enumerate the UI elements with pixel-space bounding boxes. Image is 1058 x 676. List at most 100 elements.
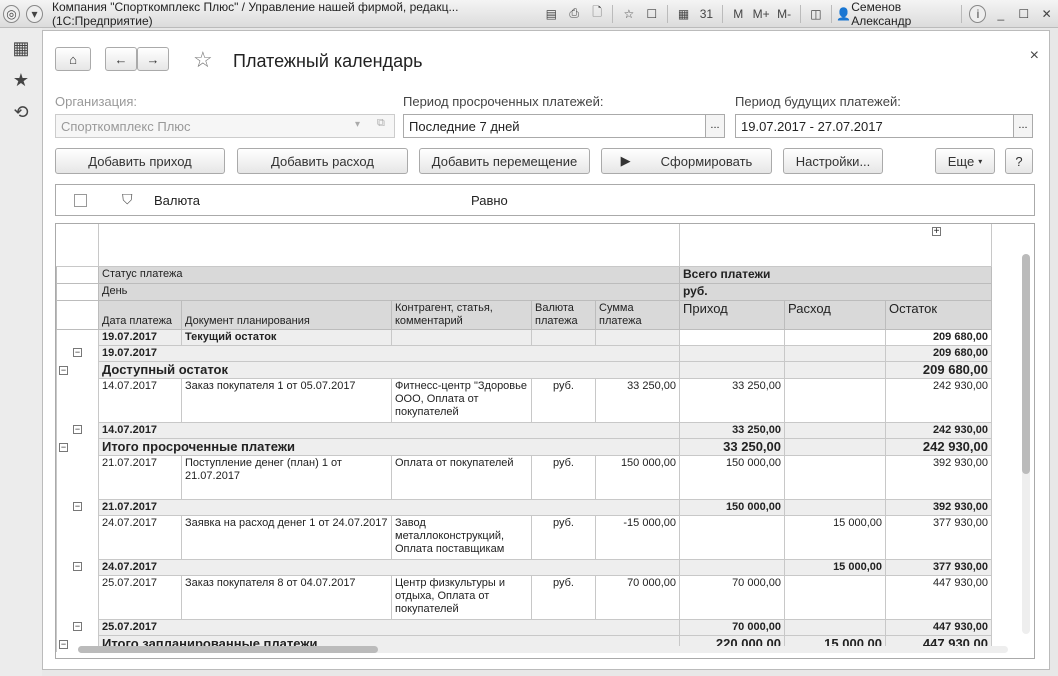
calculator-icon[interactable]: ▦ (675, 5, 692, 23)
cell: 447 930,00 (885, 574, 992, 620)
cell: Фитнесс-центр "Здоровье ООО, Оплата от п… (391, 377, 532, 423)
vertical-scrollbar[interactable] (1022, 254, 1030, 634)
cell: Центр физкультуры и отдыха, Оплата от по… (391, 574, 532, 620)
favorites-star-icon[interactable]: ★ (0, 70, 42, 92)
preview-icon[interactable]: 🗋 (589, 5, 606, 23)
expand-columns-icon[interactable]: + (932, 227, 941, 237)
filter-condition[interactable]: Равно (471, 193, 508, 208)
open-icon[interactable]: ⧉ (377, 117, 385, 130)
cell: Оплата от покупателей (391, 454, 532, 500)
panels-icon[interactable]: ◫ (807, 5, 824, 23)
home-button[interactable]: ⌂ (55, 47, 91, 71)
back-button[interactable]: ← (105, 47, 137, 71)
horizontal-scroll-thumb[interactable] (78, 646, 378, 653)
horizontal-scrollbar[interactable] (78, 646, 1008, 653)
maximize-icon[interactable]: ☐ (1015, 5, 1032, 23)
add-transfer-button[interactable]: Добавить перемещение (419, 148, 590, 174)
cell (679, 514, 785, 560)
generate-button[interactable]: ▶ Сформировать (601, 148, 772, 174)
cell (56, 265, 99, 284)
settings-button[interactable]: Настройки... (783, 148, 883, 174)
dropdown-icon[interactable]: ▾ (355, 119, 360, 130)
cell (679, 558, 785, 576)
collapse-icon[interactable]: − (73, 562, 82, 571)
tree-cell: − (56, 345, 99, 361)
cell (784, 360, 886, 379)
future-select-button[interactable]: ... (1013, 114, 1033, 138)
collapse-icon[interactable]: − (59, 640, 68, 649)
tree-cell (56, 575, 99, 619)
cell (679, 328, 785, 346)
filter-icon: ⛉ (122, 191, 133, 207)
table-row: 14.07.2017 Заказ покупателя 1 от 05.07.20… (56, 377, 992, 423)
report-spreadsheet[interactable]: Статус платежа Всего платежи День руб. Дата … (55, 223, 1035, 659)
filter-checkbox[interactable] (74, 194, 87, 207)
cell: 70 000,00 (679, 574, 785, 620)
tree-cell: − (56, 422, 99, 438)
cell: Поступление денег (план) 1 от 21.07.2017 (181, 454, 392, 500)
close-form-icon[interactable]: × (1030, 47, 1039, 65)
tree-cell: − (56, 559, 99, 575)
close-window-icon[interactable]: ✕ (1038, 5, 1055, 23)
cell (531, 328, 596, 346)
header-all: Всего платежи (679, 265, 992, 284)
sections-grid-icon[interactable]: ▦ (0, 38, 42, 60)
forward-button[interactable]: → (137, 47, 169, 71)
collapse-icon[interactable]: − (73, 502, 82, 511)
save-icon[interactable]: ▤ (543, 5, 560, 23)
history-icon[interactable]: ⟲ (0, 102, 42, 124)
memory-minus-button[interactable]: M- (776, 5, 793, 23)
day-total-row: − 19.07.2017 209 680,00 (56, 344, 992, 362)
print-icon[interactable]: ⎙ (566, 5, 583, 23)
form-panel: ⌂ ← → ☆ Платежный календарь × Организаци… (42, 30, 1050, 670)
org-field[interactable]: Спорткомплекс Плюс (55, 114, 395, 138)
user-name[interactable]: Семенов Александр (851, 0, 957, 28)
help-button[interactable]: ? (1005, 148, 1033, 174)
favorite-star-icon[interactable]: ☆ (193, 47, 213, 73)
bookmark-icon[interactable]: ☐ (643, 5, 660, 23)
info-icon[interactable]: i (969, 4, 987, 23)
cell: 392 930,00 (885, 498, 992, 516)
collapse-icon[interactable]: − (73, 425, 82, 434)
add-expense-button[interactable]: Добавить расход (237, 148, 408, 174)
cell: 24.07.2017 (98, 514, 182, 560)
status-total-row: − Итого просроченные платежи 33 250,00 242 … (56, 437, 992, 456)
cell (679, 344, 785, 362)
more-button[interactable]: Еще ▾ (935, 148, 995, 174)
future-period-field[interactable]: 19.07.2017 - 27.07.2017 (735, 114, 1015, 138)
main-menu-icon[interactable]: ▾ (26, 4, 43, 23)
collapse-icon[interactable]: − (73, 348, 82, 357)
tree-cell (56, 455, 99, 499)
cell: 150 000,00 (595, 454, 680, 500)
calendar-icon[interactable]: 31 (698, 5, 715, 23)
add-income-button[interactable]: Добавить приход (55, 148, 225, 174)
cell: Заказ покупателя 1 от 05.07.2017 (181, 377, 392, 423)
window-title: Компания "Спорткомплекс Плюс" / Управлен… (52, 0, 459, 28)
cell: Заказ покупателя 8 от 04.07.2017 (181, 574, 392, 620)
overdue-period-field[interactable]: Последние 7 дней (403, 114, 707, 138)
header-cur: Валюта платежа (531, 299, 596, 330)
memory-button[interactable]: M (730, 5, 747, 23)
cell: 33 250,00 (679, 421, 785, 439)
vertical-scroll-thumb[interactable] (1022, 254, 1030, 474)
collapse-icon[interactable]: − (59, 366, 68, 375)
cell: руб. (531, 574, 596, 620)
tree-cell: − (56, 361, 99, 378)
overdue-select-button[interactable]: ... (705, 114, 725, 138)
app-logo-icon[interactable]: ◎ (3, 4, 20, 23)
collapse-icon[interactable]: − (73, 622, 82, 631)
cell: 209 680,00 (885, 360, 992, 379)
minimize-icon[interactable]: _ (992, 5, 1009, 23)
cell (56, 282, 99, 301)
memory-plus-button[interactable]: M+ (753, 5, 770, 23)
cell: 377 930,00 (885, 514, 992, 560)
cell: 14.07.2017 (98, 421, 680, 439)
filter-field[interactable]: Валюта (154, 193, 200, 208)
cell (784, 377, 886, 423)
cell (784, 437, 886, 456)
table-row: 25.07.2017 Заказ покупателя 8 от 04.07.20… (56, 574, 992, 620)
cell: 15 000,00 (784, 514, 886, 560)
favorites-icon[interactable]: ☆ (620, 5, 637, 23)
collapse-icon[interactable]: − (59, 443, 68, 452)
tree-cell (56, 329, 99, 345)
